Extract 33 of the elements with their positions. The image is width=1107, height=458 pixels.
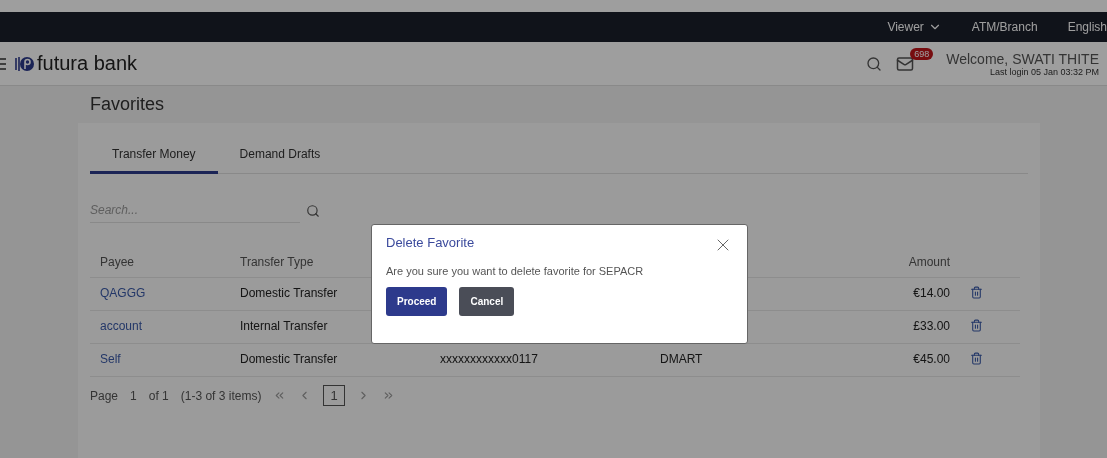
welcome-text: Welcome, SWATI THITE bbox=[946, 50, 1099, 67]
current-page-button[interactable]: 1 bbox=[323, 385, 345, 406]
payee-link[interactable]: Self bbox=[90, 344, 230, 377]
tab[interactable]: Transfer Money bbox=[90, 137, 218, 174]
payee-link[interactable]: account bbox=[90, 311, 230, 344]
table-cell: £33.00 bbox=[780, 311, 960, 344]
column-header: Amount bbox=[780, 247, 960, 278]
dialog-button[interactable]: Proceed bbox=[386, 287, 448, 316]
column-header: Payee bbox=[90, 247, 230, 278]
delete-icon[interactable] bbox=[970, 319, 983, 332]
delete-icon[interactable] bbox=[970, 286, 983, 299]
search-field[interactable]: Search... bbox=[90, 198, 300, 223]
mail-count-badge: 698 bbox=[910, 47, 934, 60]
page-count: of 1 bbox=[148, 388, 169, 403]
mail-icon[interactable] bbox=[896, 54, 915, 73]
page-number: 1 bbox=[130, 388, 137, 403]
brand-name: futura bank bbox=[37, 52, 138, 75]
page-label: Page bbox=[90, 388, 119, 403]
last-login-text: Last login 05 Jan 03:32 PM bbox=[989, 66, 1099, 77]
tab[interactable]: Demand Drafts bbox=[217, 137, 343, 174]
top-bar-link[interactable]: ATM/Branch bbox=[971, 20, 1038, 34]
item-range: (1-3 of 3 items) bbox=[180, 388, 262, 403]
table-cell: €14.00 bbox=[780, 278, 960, 311]
table-cell: €45.00 bbox=[780, 344, 960, 377]
search-icon[interactable] bbox=[866, 55, 883, 72]
menu-icon[interactable] bbox=[0, 56, 6, 71]
page-title: Favorites bbox=[89, 93, 166, 116]
search-icon[interactable] bbox=[306, 203, 320, 218]
top-bar-link[interactable]: Viewer bbox=[887, 20, 942, 34]
delete-icon[interactable] bbox=[970, 352, 983, 365]
payee-link[interactable]: QAGGG bbox=[90, 278, 230, 311]
dialog-button[interactable]: Cancel bbox=[459, 287, 515, 316]
top-bar-link[interactable]: English bbox=[1067, 20, 1107, 34]
